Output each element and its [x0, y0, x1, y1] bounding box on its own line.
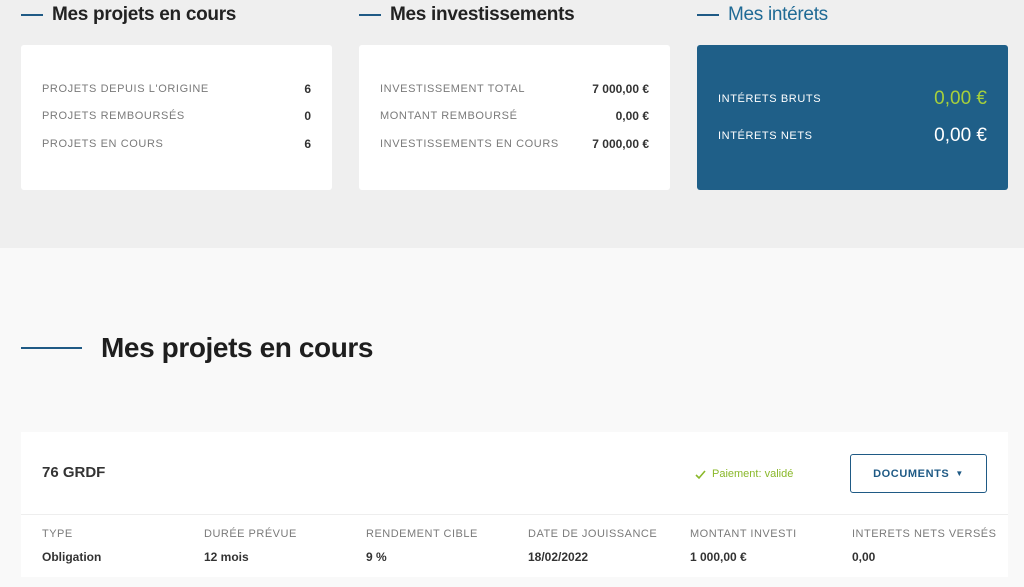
summary-row: PROJETS DEPUIS L'ORIGINE 6	[42, 82, 311, 96]
column-header: RENDEMENT CIBLE	[366, 528, 478, 540]
project-column-date: DATE DE JOUISSANCE 18/02/2022	[528, 528, 688, 564]
caret-down-icon: ▼	[955, 469, 964, 478]
column-header: MONTANT INVESTI	[690, 528, 797, 540]
project-column-net-interest: INTERETS NETS VERSÉS 0,00	[852, 528, 1012, 564]
section-dash	[21, 347, 82, 349]
summary-label: PROJETS EN COURS	[42, 138, 164, 150]
summary-row: INVESTISSEMENT TOTAL 7 000,00 €	[380, 82, 649, 96]
column-header: DURÉE PRÉVUE	[204, 528, 297, 540]
summary-label: INVESTISSEMENT TOTAL	[380, 83, 526, 95]
projects-section-header: Mes projets en cours	[21, 4, 236, 26]
investments-section-title: Mes investissements	[390, 4, 575, 25]
project-column-type: TYPE Obligation	[42, 528, 202, 564]
check-icon	[695, 469, 706, 480]
summary-label: INTÉRETS NETS	[718, 130, 813, 142]
summary-row: MONTANT REMBOURSÉ 0,00 €	[380, 109, 649, 123]
net-interest-value: 0,00 €	[934, 125, 987, 146]
summary-value: 6	[304, 137, 311, 151]
column-value: 1 000,00 €	[690, 550, 747, 564]
project-column-duration: DURÉE PRÉVUE 12 mois	[204, 528, 364, 564]
summary-label: PROJETS REMBOURSÉS	[42, 110, 185, 122]
summary-value: 7 000,00 €	[592, 82, 649, 96]
project-name: 76 GRDF	[42, 464, 106, 481]
column-value: 12 mois	[204, 550, 249, 564]
project-column-amount: MONTANT INVESTI 1 000,00 €	[690, 528, 850, 564]
column-header: INTERETS NETS VERSÉS	[852, 528, 997, 540]
documents-button-label: DOCUMENTS	[873, 467, 950, 480]
documents-button[interactable]: DOCUMENTS ▼	[850, 454, 987, 493]
payment-status-text: Paiement: validé	[712, 468, 794, 480]
section-dash	[21, 14, 43, 16]
projects-summary-card: PROJETS DEPUIS L'ORIGINE 6 PROJETS REMBO…	[21, 45, 332, 190]
current-projects-title: Mes projets en cours	[101, 332, 374, 363]
interests-section-header: Mes intérets	[697, 4, 828, 26]
payment-status: Paiement: validé	[695, 468, 793, 480]
interests-section-title: Mes intérets	[728, 4, 828, 25]
summary-row: PROJETS EN COURS 6	[42, 137, 311, 151]
project-column-yield: RENDEMENT CIBLE 9 %	[366, 528, 526, 564]
summary-value: 7 000,00 €	[592, 137, 649, 151]
summary-value: 0	[304, 109, 311, 123]
column-value: 0,00	[852, 550, 876, 564]
summary-value: 0,00 €	[615, 109, 649, 123]
column-value: Obligation	[42, 550, 102, 564]
current-projects-header: Mes projets en cours	[21, 331, 373, 365]
summary-value: 6	[304, 82, 311, 96]
projects-section-title: Mes projets en cours	[52, 4, 237, 25]
summary-row: PROJETS REMBOURSÉS 0	[42, 109, 311, 123]
investments-summary-card: INVESTISSEMENT TOTAL 7 000,00 € MONTANT …	[359, 45, 670, 190]
summary-row: INTÉRETS BRUTS 0,00 €	[718, 88, 987, 110]
summary-row: INVESTISSEMENTS EN COURS 7 000,00 €	[380, 137, 649, 151]
section-dash	[697, 14, 719, 16]
summary-label: PROJETS DEPUIS L'ORIGINE	[42, 83, 209, 95]
summary-label: INTÉRETS BRUTS	[718, 93, 822, 105]
summary-row: INTÉRETS NETS 0,00 €	[718, 125, 987, 147]
column-header: DATE DE JOUISSANCE	[528, 528, 658, 540]
divider	[21, 514, 1008, 515]
investments-section-header: Mes investissements	[359, 4, 575, 26]
summary-label: INVESTISSEMENTS EN COURS	[380, 138, 559, 150]
summary-label: MONTANT REMBOURSÉ	[380, 110, 518, 122]
column-value: 18/02/2022	[528, 550, 589, 564]
column-value: 9 %	[366, 550, 387, 564]
section-dash	[359, 14, 381, 16]
project-card: 76 GRDF Paiement: validé DOCUMENTS ▼ TYP…	[21, 432, 1008, 577]
column-header: TYPE	[42, 528, 73, 540]
gross-interest-value: 0,00 €	[934, 88, 987, 109]
interests-summary-card: INTÉRETS BRUTS 0,00 € INTÉRETS NETS 0,00…	[697, 45, 1008, 190]
